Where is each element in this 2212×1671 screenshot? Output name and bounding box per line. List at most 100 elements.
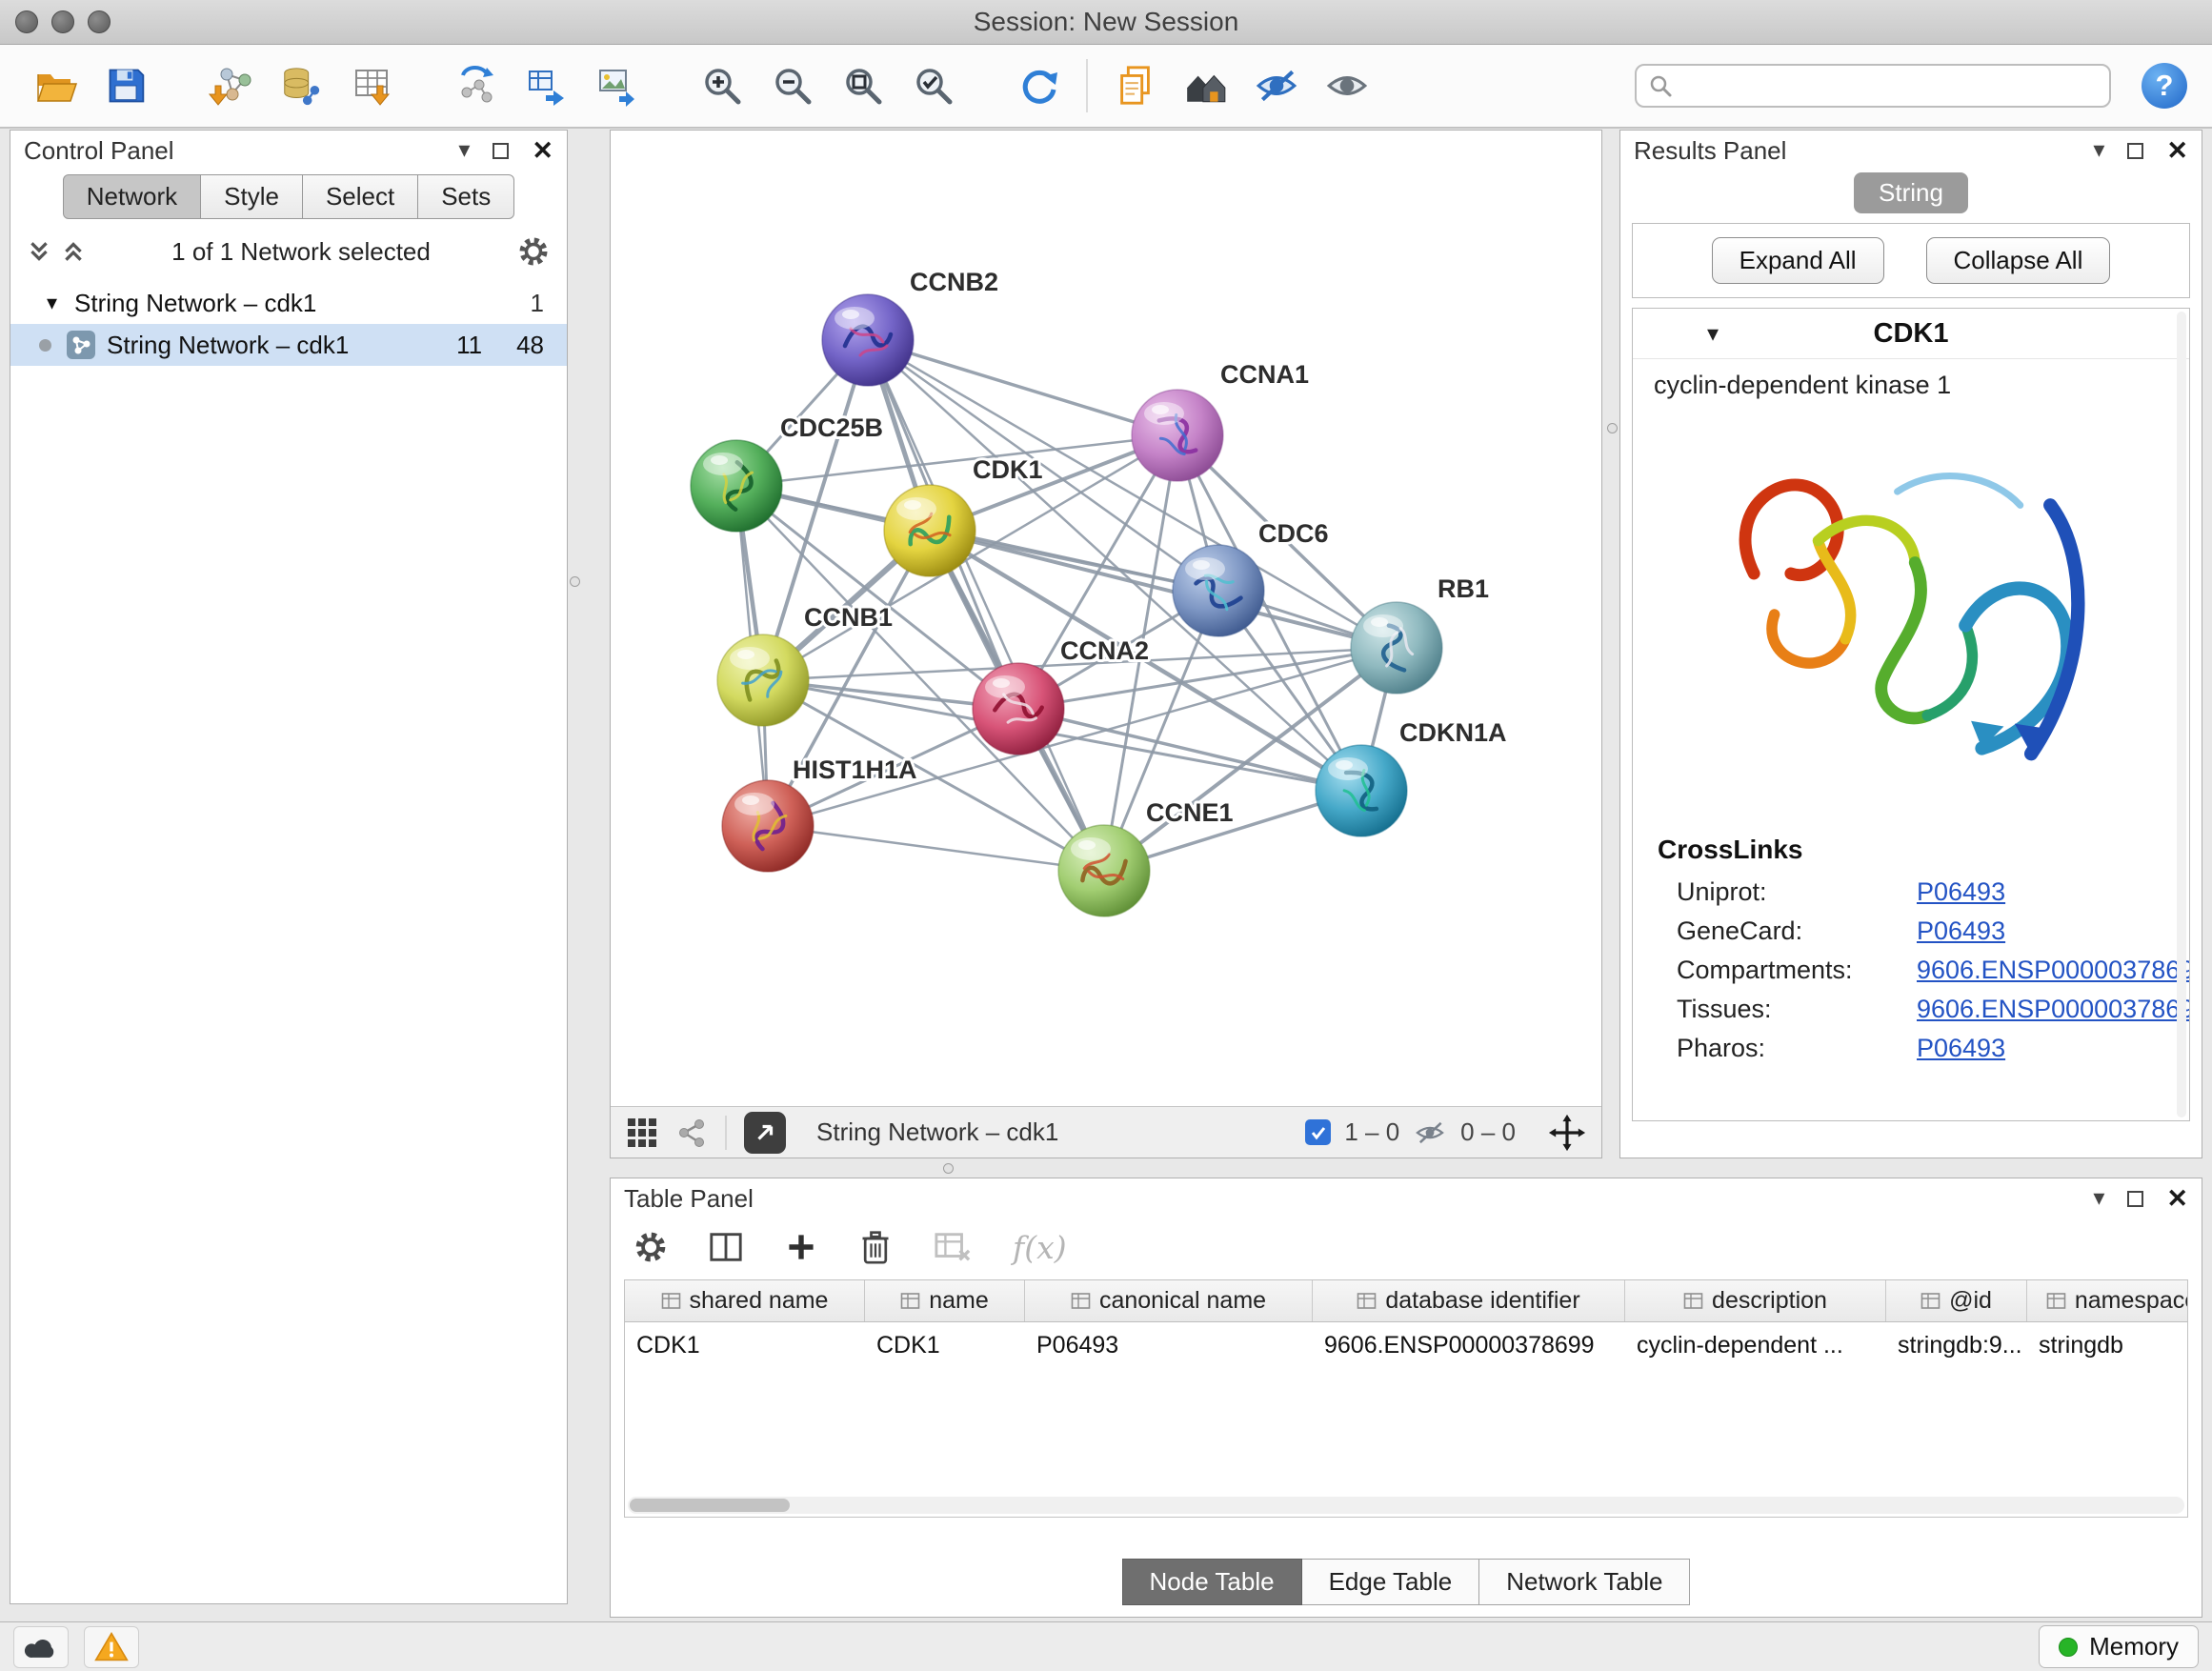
collapse-gene-icon[interactable]: ▾: [1707, 320, 1719, 348]
panel-close-icon[interactable]: ✕: [2166, 1186, 2188, 1212]
network-node-CCNE1[interactable]: CCNE1: [1058, 798, 1234, 916]
column-header-6[interactable]: namespace: [2027, 1280, 2188, 1321]
window-minimize-button[interactable]: [51, 10, 74, 33]
home-button[interactable]: [1176, 52, 1237, 119]
column-header-4[interactable]: description: [1625, 1280, 1886, 1321]
tab-string[interactable]: String: [1854, 172, 1968, 213]
collapse-all-icon[interactable]: [28, 239, 50, 264]
network-to-image-button[interactable]: [587, 52, 648, 119]
scrollbar-thumb[interactable]: [630, 1499, 790, 1512]
column-header-3[interactable]: database identifier: [1313, 1280, 1625, 1321]
panel-close-icon[interactable]: ✕: [532, 138, 553, 164]
network-node-CCNB2[interactable]: CCNB2: [822, 268, 998, 386]
splitter-handle[interactable]: [1607, 423, 1618, 433]
collapse-all-button[interactable]: Collapse All: [1926, 237, 2111, 284]
panel-float-icon[interactable]: [493, 143, 509, 159]
show-all-button[interactable]: [1317, 52, 1377, 119]
tab-style[interactable]: Style: [201, 174, 303, 219]
refresh-button[interactable]: [1008, 52, 1069, 119]
column-header-2[interactable]: canonical name: [1025, 1280, 1313, 1321]
splitter-handle[interactable]: [943, 1163, 954, 1174]
clone-network-button[interactable]: [1105, 52, 1166, 119]
network-edge-CCNB2-CCNA1[interactable]: [868, 340, 1177, 435]
tree-caret-icon[interactable]: ▾: [47, 291, 57, 315]
network-node-CCNA2[interactable]: CCNA2: [973, 636, 1149, 755]
crosslink-link[interactable]: P06493: [1917, 877, 2005, 907]
network-edge-CDK1-RB1[interactable]: [930, 531, 1397, 648]
new-network-from-selection-button[interactable]: [446, 52, 507, 119]
import-network-button[interactable]: [200, 52, 261, 119]
tab-sets[interactable]: Sets: [418, 174, 514, 219]
gear-icon[interactable]: [517, 235, 550, 268]
show-columns-icon[interactable]: [708, 1229, 744, 1265]
column-header-5[interactable]: @id: [1886, 1280, 2027, 1321]
save-session-button[interactable]: [95, 52, 156, 119]
tab-network-table[interactable]: Network Table: [1479, 1559, 1690, 1605]
crosslink-link[interactable]: P06493: [1917, 916, 2005, 946]
network-collection-row[interactable]: ▾ String Network – cdk1 1: [10, 282, 567, 324]
network-node-RB1[interactable]: RB1: [1351, 574, 1489, 694]
delete-column-icon[interactable]: [858, 1228, 893, 1266]
table-cell[interactable]: CDK1: [865, 1322, 1025, 1369]
table-settings-gear-icon[interactable]: [633, 1230, 668, 1264]
network-node-CDK1[interactable]: CDK1: [884, 455, 1043, 576]
panel-menu-icon[interactable]: ▾: [458, 139, 470, 162]
results-scrollbar[interactable]: [2177, 312, 2186, 1117]
network-edge-HIST1H1A-CCNE1[interactable]: [768, 826, 1104, 871]
grid-view-icon[interactable]: [626, 1117, 658, 1149]
gene-header[interactable]: ▾ CDK1: [1633, 309, 2189, 359]
tab-select[interactable]: Select: [303, 174, 418, 219]
search-input[interactable]: [1680, 71, 2098, 101]
panel-menu-icon[interactable]: ▾: [2093, 1187, 2104, 1210]
table-cell[interactable]: stringdb: [2027, 1322, 2188, 1369]
import-table-button[interactable]: [341, 52, 402, 119]
memory-button[interactable]: Memory: [2039, 1625, 2199, 1668]
network-node-CCNA1[interactable]: CCNA1: [1132, 360, 1309, 481]
hide-selected-button[interactable]: [1246, 52, 1307, 119]
panel-menu-icon[interactable]: ▾: [2093, 139, 2104, 162]
column-header-1[interactable]: name: [865, 1280, 1025, 1321]
network-to-table-button[interactable]: [516, 52, 577, 119]
network-canvas[interactable]: CCNB2CCNA1CDC25BCDK1CDC6RB1CCNB1CCNA2CDK…: [611, 131, 1601, 1106]
expand-all-icon[interactable]: [62, 239, 85, 264]
panel-float-icon[interactable]: [2127, 1191, 2143, 1207]
window-close-button[interactable]: [15, 10, 38, 33]
cloud-button[interactable]: [13, 1626, 69, 1668]
crosslink-link[interactable]: 9606.ENSP00000378699: [1917, 995, 2190, 1024]
warnings-button[interactable]: [84, 1626, 139, 1668]
table-cell[interactable]: CDK1: [625, 1322, 865, 1369]
column-header-0[interactable]: shared name: [625, 1280, 865, 1321]
network-node-HIST1H1A[interactable]: HIST1H1A: [722, 755, 917, 872]
network-row[interactable]: String Network – cdk1 11 48: [10, 324, 567, 366]
table-cell[interactable]: cyclin-dependent ...: [1625, 1322, 1886, 1369]
tab-node-table[interactable]: Node Table: [1122, 1559, 1302, 1605]
window-zoom-button[interactable]: [88, 10, 111, 33]
open-in-new-window-button[interactable]: [744, 1112, 786, 1154]
expand-all-button[interactable]: Expand All: [1712, 237, 1884, 284]
crosslink-link[interactable]: P06493: [1917, 1034, 2005, 1063]
share-view-icon[interactable]: [675, 1117, 708, 1149]
table-row[interactable]: CDK1CDK1P064939606.ENSP00000378699cyclin…: [625, 1322, 2187, 1369]
zoom-fit-button[interactable]: [833, 52, 894, 119]
import-database-button[interactable]: [271, 52, 332, 119]
table-cell[interactable]: 9606.ENSP00000378699: [1313, 1322, 1625, 1369]
network-node-CCNB1[interactable]: CCNB1: [717, 603, 893, 726]
network-edge-CCNB2-CCNE1[interactable]: [868, 340, 1104, 871]
table-cell[interactable]: P06493: [1025, 1322, 1313, 1369]
open-session-button[interactable]: [25, 52, 86, 119]
zoom-in-button[interactable]: [692, 52, 753, 119]
table-cell[interactable]: stringdb:9...: [1886, 1322, 2027, 1369]
table-horizontal-scrollbar[interactable]: [628, 1497, 2184, 1514]
splitter-handle[interactable]: [570, 576, 580, 587]
add-column-icon[interactable]: [784, 1230, 818, 1264]
zoom-out-button[interactable]: [762, 52, 823, 119]
panel-float-icon[interactable]: [2127, 143, 2143, 159]
zoom-selected-button[interactable]: [903, 52, 964, 119]
hidden-eye-icon[interactable]: [1413, 1117, 1447, 1148]
search-box[interactable]: [1635, 64, 2111, 108]
help-button[interactable]: ?: [2142, 63, 2187, 109]
network-node-CDKN1A[interactable]: CDKN1A: [1316, 718, 1507, 836]
tab-edge-table[interactable]: Edge Table: [1302, 1559, 1480, 1605]
crosslink-link[interactable]: 9606.ENSP00000378699: [1917, 956, 2190, 985]
selected-checkbox-icon[interactable]: [1305, 1119, 1331, 1145]
